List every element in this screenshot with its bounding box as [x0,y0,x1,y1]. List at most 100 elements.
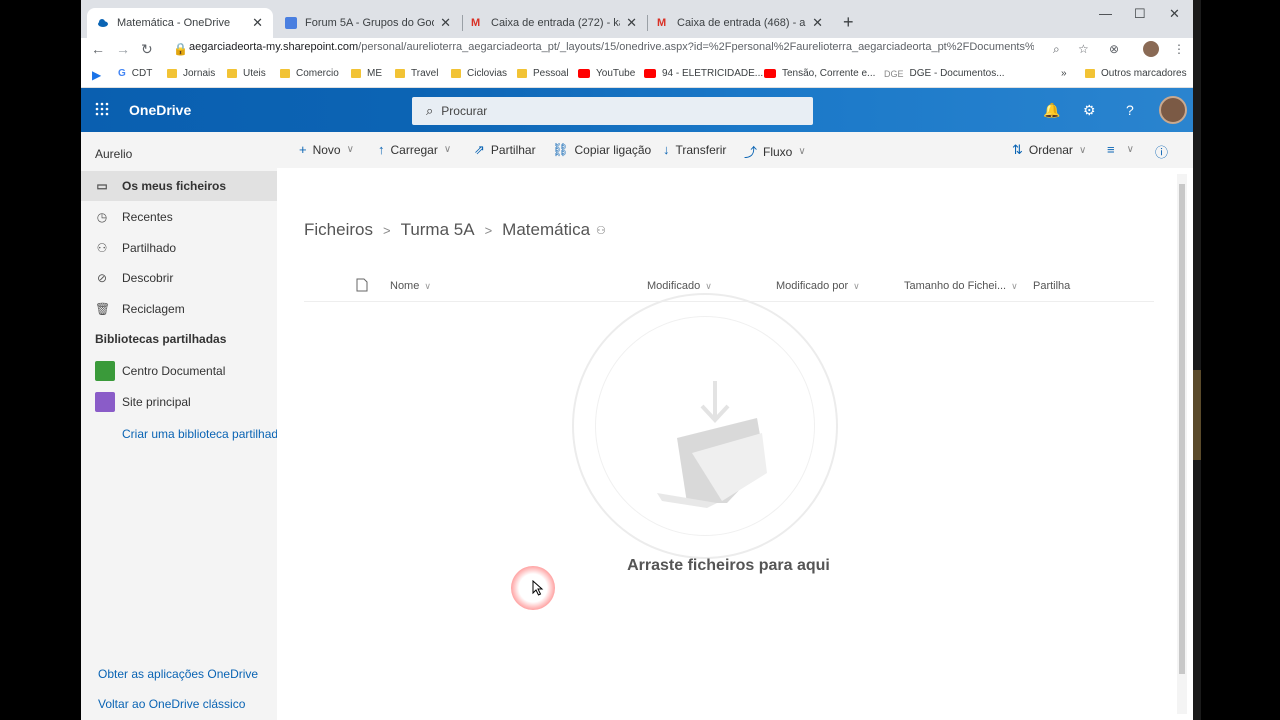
folder-icon [1085,69,1095,78]
google-groups-icon [285,17,297,29]
nav-discover[interactable]: ⊘ Descobrir [81,263,277,293]
gmail-icon: M [657,17,667,29]
reload-icon[interactable]: ↻ [141,41,153,58]
gmail-icon: M [471,17,481,29]
folder-icon [395,69,405,78]
bookmark-youtube[interactable]: YouTube [578,68,635,79]
classic-onedrive-link[interactable]: Voltar ao OneDrive clássico [98,697,245,711]
nav-shared[interactable]: ⚇ Partilhado [81,233,277,263]
tab-title: Forum 5A - Grupos do Google [305,17,434,29]
view-options-button[interactable]: ≡ ∨ [1107,142,1134,157]
user-avatar[interactable] [1159,96,1187,124]
nav-recycle-bin[interactable]: 🗑 Reciclagem [81,294,277,324]
dge-icon: DGE [884,68,904,79]
new-tab-icon[interactable]: + [843,12,854,33]
upload-button[interactable]: ↑ Carregar ∨ [378,142,451,157]
search-icon: ⌕ [426,103,434,118]
tab-gmail-2[interactable]: M Caixa de entrada (468) - aurelio ✕ [647,8,833,38]
column-size[interactable]: Tamanho do Fichei... ∨ [904,280,1018,292]
youtube-icon [764,69,776,78]
more-bookmarks-icon[interactable]: » [1061,68,1067,79]
library-site-principal[interactable]: Site principal [95,392,191,412]
close-tab-icon[interactable]: ✕ [252,15,263,31]
bookmark-ciclovias[interactable]: Ciclovias [451,68,507,79]
extension-icon[interactable]: ⊗ [1109,42,1119,56]
bookmark-tensao[interactable]: Tensão, Corrente e... [764,68,875,79]
new-button[interactable]: + Novo ∨ [299,142,354,157]
chevron-down-icon: ∨ [1126,144,1134,155]
get-apps-link[interactable]: Obter as aplicações OneDrive [98,667,258,681]
download-icon: ↓ [663,142,670,157]
maximize-icon[interactable]: ☐ [1134,6,1146,22]
browser-window: Matemática - OneDrive ✕ Forum 5A - Grupo… [81,0,1193,720]
profile-avatar[interactable] [1143,41,1159,57]
close-window-icon[interactable]: ✕ [1169,6,1180,22]
zoom-icon[interactable]: ⌕ [1053,42,1060,57]
folder-icon [227,69,237,78]
help-icon[interactable]: ? [1126,102,1134,118]
close-tab-icon[interactable]: ✕ [440,15,451,31]
info-button[interactable]: ⓘ [1155,142,1174,161]
other-bookmarks[interactable]: Outros marcadores [1085,68,1187,79]
bookmark-travel[interactable]: Travel [395,68,438,79]
file-type-icon[interactable] [356,278,368,295]
nav-my-files[interactable]: ▭ Os meus ficheiros [81,171,277,201]
shared-people-icon[interactable]: ⚇ [596,224,606,237]
gear-icon[interactable]: ⚙ [1083,102,1096,119]
libraries-heading: Bibliotecas partilhadas [95,332,227,346]
bookmark-me[interactable]: ME [351,68,382,79]
app-brand[interactable]: OneDrive [129,102,191,118]
menu-icon[interactable]: ⋮ [1173,42,1185,56]
flow-button[interactable]: ⤴ Fluxo ∨ [744,142,806,161]
tab-gmail-1[interactable]: M Caixa de entrada (272) - katemb ✕ [461,8,647,38]
download-button[interactable]: ↓ Transferir [663,142,726,157]
youtube-icon [578,69,590,78]
share-button[interactable]: ⇗ Partilhar [474,142,536,158]
bookmark-comercio[interactable]: Comercio [280,68,339,79]
folder-outline-icon: ▭ [96,179,108,193]
library-centro-documental[interactable]: Centro Documental [95,361,225,381]
bell-icon[interactable]: 🔔 [1043,102,1060,119]
bookmark-eletricidade[interactable]: 94 - ELETRICIDADE... [644,68,763,79]
plus-icon: + [299,142,307,157]
back-icon[interactable]: ← [91,41,105,57]
star-icon[interactable]: ☆ [1078,42,1089,56]
tab-title: Caixa de entrada (468) - aurelio [677,17,806,29]
column-modified-by[interactable]: Modificado por ∨ [776,280,860,292]
column-sharing[interactable]: Partilha [1033,280,1070,292]
forward-icon[interactable]: → [116,41,130,57]
column-name[interactable]: Nome ∨ [390,280,431,292]
close-tab-icon[interactable]: ✕ [626,15,637,31]
url-field[interactable]: aegarciadeorta-my.sharepoint.com/persona… [189,41,1034,53]
bookmark-pessoal[interactable]: Pessoal [517,68,569,79]
copy-link-button[interactable]: ⛓ Copiar ligação [552,142,651,158]
breadcrumb-item-ficheiros[interactable]: Ficheiros [304,220,373,240]
bookmarks-bar: ▶ G CDT Jornais Uteis Comercio ME Travel … [81,62,1193,88]
bookmark-play[interactable]: ▶ [92,68,101,82]
play-icon: ▶ [92,68,102,82]
app-launcher-icon[interactable] [95,102,109,116]
chevron-down-icon: ∨ [443,144,452,155]
folder-icon [517,69,527,78]
folder-icon [451,69,461,78]
column-modified[interactable]: Modificado ∨ [647,280,712,292]
search-box[interactable]: ⌕ Procurar [412,97,813,125]
chevron-down-icon: ∨ [798,146,806,157]
close-tab-icon[interactable]: ✕ [812,15,823,31]
create-library-link[interactable]: Criar uma biblioteca partilhada [122,427,277,441]
google-icon: G [118,68,126,79]
lock-icon[interactable]: 🔒 [173,42,188,56]
suite-header: OneDrive ⌕ Procurar 🔔 ⚙ ? [81,88,1193,132]
bookmark-jornais[interactable]: Jornais [167,68,215,79]
breadcrumb-item-turma[interactable]: Turma 5A [401,220,475,240]
bookmark-dge[interactable]: DGE DGE - Documentos... [884,68,1005,79]
folder-icon [167,69,177,78]
tab-forum[interactable]: Forum 5A - Grupos do Google ✕ [275,8,461,38]
bookmark-cdt[interactable]: G CDT [118,68,152,79]
bookmark-uteis[interactable]: Uteis [227,68,266,79]
tab-onedrive[interactable]: Matemática - OneDrive ✕ [87,8,273,38]
vertical-scrollbar[interactable] [1177,174,1187,714]
minimize-icon[interactable]: — [1099,6,1112,21]
nav-recent[interactable]: ◷ Recentes [81,202,277,232]
sort-button[interactable]: ⇅ Ordenar ∨ [1012,142,1086,158]
